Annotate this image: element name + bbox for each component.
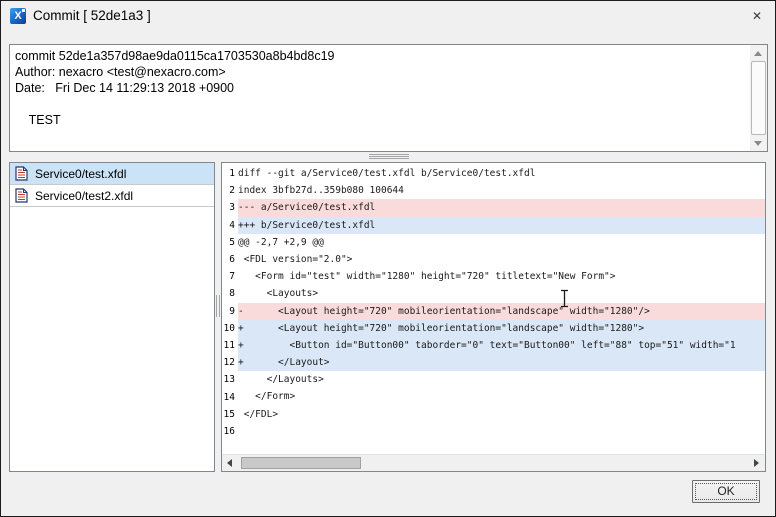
diff-line-text: + <Layout height="720" mobileorientation… [238, 320, 765, 337]
diff-line-text: <FDL version="2.0"> [238, 251, 765, 268]
commit-dialog: X Commit [ 52de1a3 ] ✕ commit 52de1a357d… [0, 0, 776, 517]
file-document-icon [15, 188, 28, 203]
diff-line-number: 5 [222, 237, 238, 248]
diff-line-number: 4 [222, 220, 238, 231]
scroll-left-icon[interactable] [222, 455, 239, 472]
diff-line-number: 2 [222, 185, 238, 196]
diff-line-text: @@ -2,7 +2,9 @@ [238, 234, 765, 251]
commit-vertical-scrollbar[interactable] [750, 45, 767, 151]
diff-line: 6 <FDL version="2.0"> [222, 251, 765, 268]
diff-lines: 1diff --git a/Service0/test.xfdl b/Servi… [222, 165, 765, 454]
diff-line: 10+ <Layout height="720" mobileorientati… [222, 320, 765, 337]
diff-line: 11+ <Button id="Button00" taborder="0" t… [222, 337, 765, 354]
nexacro-app-icon: X [10, 8, 26, 24]
diff-line-number: 1 [222, 168, 238, 179]
diff-line: 3--- a/Service0/test.xfdl [222, 199, 765, 216]
diff-line-number: 6 [222, 254, 238, 265]
diff-line-number: 9 [222, 306, 238, 317]
vertical-splitter-grip[interactable] [216, 295, 220, 317]
file-name: Service0/test.xfdl [35, 167, 126, 181]
diff-line-text: </Form> [238, 388, 765, 405]
diff-line-text [238, 423, 765, 440]
horizontal-splitter-grip[interactable] [369, 154, 409, 159]
file-name: Service0/test2.xfdl [35, 189, 133, 203]
diff-line-text: + <Button id="Button00" taborder="0" tex… [238, 337, 765, 354]
diff-line-text: +++ b/Service0/test.xfdl [238, 217, 765, 234]
scroll-down-icon[interactable] [750, 135, 767, 151]
title-bar[interactable]: X Commit [ 52de1a3 ] ✕ [2, 1, 776, 31]
diff-line-number: 8 [222, 288, 238, 299]
diff-line-number: 11 [222, 340, 238, 351]
diff-line: 7 <Form id="test" width="1280" height="7… [222, 268, 765, 285]
diff-line-number: 14 [222, 392, 238, 403]
diff-panel[interactable]: 1diff --git a/Service0/test.xfdl b/Servi… [221, 162, 766, 472]
diff-line-number: 15 [222, 409, 238, 420]
diff-line: 15 </FDL> [222, 406, 765, 423]
file-list-item[interactable]: Service0/test2.xfdl [10, 185, 214, 207]
diff-line-number: 16 [222, 426, 238, 437]
diff-line-number: 12 [222, 357, 238, 368]
diff-line-number: 10 [222, 323, 238, 334]
diff-line: 8 <Layouts> [222, 285, 765, 302]
diff-line: 5@@ -2,7 +2,9 @@ [222, 234, 765, 251]
horizontal-scroll-thumb[interactable] [241, 457, 361, 469]
diff-horizontal-scrollbar[interactable] [222, 454, 765, 471]
commit-message: commit 52de1a357d98ae9da0115ca1703530a8b… [15, 48, 745, 149]
scroll-up-icon[interactable] [750, 45, 767, 61]
diff-line: 13 </Layouts> [222, 371, 765, 388]
diff-line: 2index 3bfb27d..359b080 100644 [222, 182, 765, 199]
ok-button[interactable]: OK [692, 480, 760, 503]
diff-line-number: 3 [222, 202, 238, 213]
diff-line-text: - <Layout height="720" mobileorientation… [238, 303, 765, 320]
diff-line-text: <Layouts> [238, 285, 765, 302]
file-list-item[interactable]: Service0/test.xfdl [10, 163, 214, 185]
close-icon[interactable]: ✕ [749, 8, 765, 24]
diff-line: 4+++ b/Service0/test.xfdl [222, 217, 765, 234]
diff-line: 12+ </Layout> [222, 354, 765, 371]
diff-line-number: 13 [222, 374, 238, 385]
diff-line: 14 </Form> [222, 388, 765, 405]
diff-line-text: <Form id="test" width="1280" height="720… [238, 268, 765, 285]
diff-line-text: + </Layout> [238, 354, 765, 371]
diff-line-text: </Layouts> [238, 371, 765, 388]
diff-line: 16 [222, 423, 765, 440]
diff-line: 9- <Layout height="720" mobileorientatio… [222, 303, 765, 320]
scroll-right-icon[interactable] [748, 455, 765, 472]
diff-line: 1diff --git a/Service0/test.xfdl b/Servi… [222, 165, 765, 182]
file-list[interactable]: Service0/test.xfdl Service0/test2.xfdl [9, 162, 215, 472]
diff-line-text: index 3bfb27d..359b080 100644 [238, 182, 765, 199]
diff-line-text: --- a/Service0/test.xfdl [238, 199, 765, 216]
file-document-icon [15, 166, 28, 181]
diff-line-number: 7 [222, 271, 238, 282]
diff-line-text: </FDL> [238, 406, 765, 423]
window-title: Commit [ 52de1a3 ] [33, 1, 151, 31]
diff-line-text: diff --git a/Service0/test.xfdl b/Servic… [238, 165, 765, 182]
commit-info-box[interactable]: commit 52de1a357d98ae9da0115ca1703530a8b… [9, 44, 768, 152]
vertical-scroll-thumb[interactable] [751, 61, 766, 135]
